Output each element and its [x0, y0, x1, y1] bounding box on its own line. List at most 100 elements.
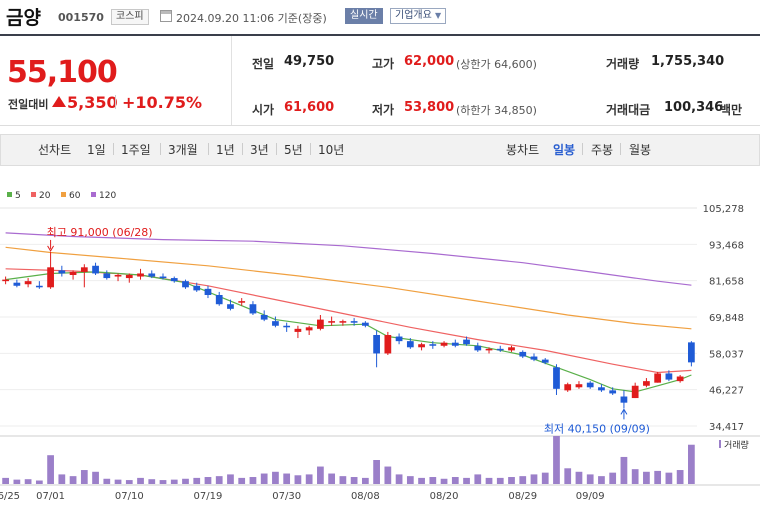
tab-monthly[interactable]: 월봉 — [629, 141, 651, 158]
trade-value: 100,346 — [664, 100, 724, 115]
volume-bar — [80, 470, 88, 484]
tab-1d[interactable]: 1일 — [87, 141, 106, 158]
candle-body — [24, 281, 32, 285]
volume-bar — [193, 477, 201, 484]
candle-body — [204, 288, 212, 295]
candle-body — [676, 376, 684, 382]
tab-10y[interactable]: 10년 — [318, 141, 344, 158]
y-tick-label: 105,278 — [703, 204, 744, 215]
volume-bar — [114, 479, 122, 484]
x-tick-label: 07/30 — [272, 491, 301, 502]
candle-body — [406, 341, 414, 348]
volume-bar — [463, 477, 470, 484]
candle-body — [170, 278, 178, 282]
candle-body — [508, 347, 515, 351]
candle-body — [69, 271, 77, 275]
candle-body — [586, 382, 594, 388]
candle-body — [451, 342, 459, 346]
candle-body — [530, 356, 538, 360]
tab-1w[interactable]: 1주일 — [121, 141, 151, 158]
tab-line-chart[interactable]: 선차트 — [38, 141, 71, 158]
volume-bar — [598, 476, 605, 484]
volume-bar — [609, 472, 617, 484]
x-tick-label: 06/25 — [0, 491, 20, 502]
realtime-button[interactable]: 실시간 — [345, 8, 383, 24]
volume-bar — [395, 474, 403, 484]
tab-weekly[interactable]: 주봉 — [591, 141, 613, 158]
tab-daily[interactable]: 일봉 — [553, 141, 575, 158]
y-tick-label: 81,658 — [709, 277, 744, 288]
tab-separator — [113, 143, 114, 155]
candle-body — [272, 321, 279, 326]
candle-body — [35, 285, 43, 288]
volume-bar — [575, 471, 583, 484]
candle-body — [474, 345, 482, 351]
tab-separator — [276, 143, 277, 155]
panel-divider — [231, 36, 232, 125]
volume-bar — [170, 479, 178, 484]
tab-separator — [620, 143, 621, 155]
volume-bar — [553, 436, 560, 484]
candle-body — [283, 325, 291, 328]
candlestick-chart[interactable]: 5 20 60 120 최고 91,000 (06/28) 최저 40,150 (09/… — [0, 183, 760, 510]
candle-body — [496, 348, 504, 351]
candle-body — [598, 387, 605, 391]
candle-body — [294, 328, 302, 332]
candle-body — [519, 351, 527, 357]
tab-3m[interactable]: 3개월 — [168, 141, 198, 158]
volume-bar — [260, 473, 268, 484]
y-tick-label: 58,037 — [709, 349, 744, 360]
volume-label: 거래량 — [606, 57, 640, 71]
high-annotation-label: 최고 91,000 (06/28) — [47, 226, 153, 239]
volume-bar — [384, 466, 392, 484]
volume-bar — [350, 477, 358, 484]
volume-bar — [339, 476, 347, 484]
open-label: 시가 — [252, 103, 275, 117]
x-tick-label: 07/19 — [194, 491, 223, 502]
volume-bar — [305, 474, 313, 484]
ma-legend: 5 20 60 120 — [7, 191, 116, 201]
open-value: 61,600 — [284, 100, 335, 115]
candle-body — [643, 381, 650, 386]
tab-1y[interactable]: 1년 — [216, 141, 235, 158]
volume-bar — [317, 466, 324, 484]
volume-bar — [530, 474, 538, 484]
y-tick-label: 93,468 — [709, 240, 744, 251]
volume-bar — [665, 472, 673, 484]
low-annotation-label: 최저 40,150 (09/09) — [544, 422, 650, 435]
tab-3y[interactable]: 3년 — [250, 141, 269, 158]
candle-body — [620, 396, 628, 403]
volume-bars: 거래량 — [0, 436, 760, 486]
volume-bar — [238, 477, 246, 484]
volume-bar — [92, 471, 99, 484]
candle-body — [80, 267, 88, 272]
tab-5y[interactable]: 5년 — [284, 141, 303, 158]
volume-bar — [294, 475, 302, 484]
change-label: 전일대비 — [8, 98, 49, 111]
candle-body — [47, 267, 54, 288]
candle-body — [350, 321, 358, 323]
volume-bar — [688, 444, 695, 484]
legend-label-5: 5 — [15, 191, 21, 201]
company-overview-dropdown[interactable]: 기업개요 ▼ — [390, 8, 447, 24]
candle-body — [2, 279, 9, 282]
y-axis: 105,278 93,468 81,658 69,848 58,037 46,227 34,… — [703, 204, 744, 433]
volume-bar — [440, 478, 448, 484]
x-tick-label: 07/10 — [115, 491, 144, 502]
volume-bar — [249, 477, 257, 484]
volume-value: 1,755,340 — [651, 54, 725, 69]
candle-body — [395, 336, 403, 342]
candle-body — [339, 321, 347, 323]
volume-bar — [485, 477, 493, 484]
change-amount: 5,350 — [67, 93, 118, 112]
tab-candle-chart[interactable]: 봉차트 — [506, 141, 539, 158]
volume-bar — [35, 480, 43, 484]
candle-body — [260, 314, 268, 320]
volume-bar — [13, 479, 21, 484]
quote-datetime: 2024.09.20 11:06 기준(장중) — [176, 12, 327, 25]
candle-body — [361, 322, 369, 326]
volume-bar — [373, 460, 380, 484]
legend-label-20: 20 — [39, 191, 51, 201]
volume-bar — [204, 477, 212, 484]
volume-bar — [328, 473, 336, 484]
